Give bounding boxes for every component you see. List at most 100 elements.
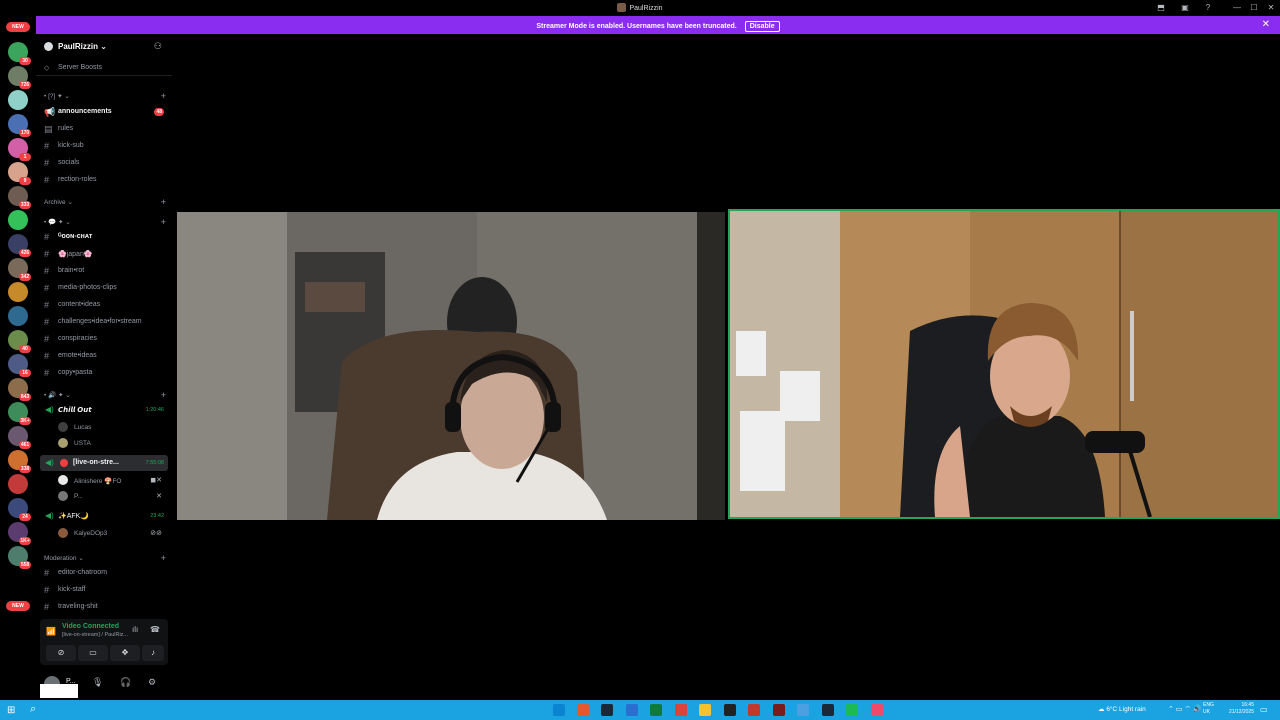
server-icon[interactable]: 9 — [8, 162, 31, 185]
server-icon[interactable]: 40 — [8, 330, 31, 353]
channel-japan[interactable]: # 🌸japan🌸 — [40, 246, 168, 262]
app-icon[interactable] — [724, 704, 736, 716]
close-button[interactable]: ✕ — [1266, 3, 1276, 13]
add-channel-icon[interactable]: + — [161, 197, 166, 207]
category-header[interactable]: • [?] ✦ ⌄ + — [44, 91, 168, 104]
voice-user[interactable]: KalyeDOp3 ⊘⊘ — [58, 525, 168, 541]
server-icon[interactable]: 558 — [8, 546, 31, 569]
microphone-icon[interactable]: 🎙 — [92, 677, 103, 688]
explorer-icon[interactable] — [699, 704, 711, 716]
channel-conspiracies[interactable]: # conspiracies — [40, 331, 168, 347]
channel-socials[interactable]: # socials — [40, 155, 168, 171]
channel-challenges[interactable]: # challenges•idea•for•stream — [40, 314, 168, 330]
inbox-icon[interactable]: ⬒ — [1156, 3, 1166, 13]
server-icon[interactable]: 843 — [8, 378, 31, 401]
server-icon[interactable]: 342 — [8, 258, 31, 281]
channel-kick-staff[interactable]: # kick-staff — [40, 582, 168, 598]
server-icon[interactable] — [8, 90, 28, 110]
activities-button[interactable]: ✥ — [110, 645, 140, 661]
weather-widget[interactable]: ☁ 6°C Light rain — [1098, 705, 1146, 713]
channel-traveling-shit[interactable]: # traveling-shit — [40, 599, 168, 615]
voice-channel-chill-out[interactable]: ◀) 𝘾𝙝𝙞𝙡𝙡 𝙊𝙪𝙩 1:20:46 — [40, 402, 168, 418]
app-icon[interactable] — [650, 704, 662, 716]
category-archive[interactable]: Archive ⌄ + — [44, 197, 168, 210]
minimize-button[interactable]: — — [1232, 3, 1242, 13]
banner-close-icon[interactable]: ✕ — [1262, 19, 1270, 30]
voice-channel-afk[interactable]: ◀) ✨AFK🌙 23:42 — [40, 508, 168, 524]
app-icon[interactable] — [797, 704, 809, 716]
server-icon[interactable]: 1 — [8, 138, 31, 161]
channel-kick-sub[interactable]: # kick-sub — [40, 138, 168, 154]
start-icon[interactable]: ⊞ — [7, 705, 15, 716]
server-icon[interactable]: 170 — [8, 114, 31, 137]
channel-emote-ideas[interactable]: # emote•ideas — [40, 348, 168, 364]
app-icon[interactable] — [577, 704, 589, 716]
channel-copy-pasta[interactable]: # copy•pasta — [40, 365, 168, 381]
channel-media-photos-clips[interactable]: # media-photos-clips — [40, 280, 168, 296]
voice-user[interactable]: USTA — [58, 435, 168, 451]
channel-rules[interactable]: ▤ rules — [40, 121, 168, 137]
server-icon[interactable]: 16 — [8, 354, 31, 377]
headphones-icon[interactable]: 🎧 — [120, 677, 131, 688]
guild-header[interactable]: PaulRizzin ⌄ ⚇ — [36, 34, 172, 58]
server-icon[interactable] — [8, 474, 28, 494]
server-icon[interactable]: 3K+ — [8, 402, 31, 425]
maximize-button[interactable]: ☐ — [1249, 3, 1259, 13]
server-icon[interactable] — [8, 306, 28, 326]
channel-editor-chatroom[interactable]: # editor-chatroom — [40, 565, 168, 581]
disable-streamer-mode-button[interactable]: Disable — [744, 21, 780, 32]
server-icon[interactable]: 1K+ — [8, 522, 31, 545]
chrome-icon[interactable] — [675, 704, 687, 716]
video-tile-left[interactable] — [177, 212, 725, 520]
server-icon[interactable]: 338 — [8, 450, 31, 473]
add-channel-icon[interactable]: + — [161, 91, 166, 101]
camera-button[interactable]: ⊘ — [46, 645, 76, 661]
server-icon[interactable]: 24 — [8, 498, 31, 521]
channel-goon-chat[interactable]: # ᴳᴏᴏɴ-ᴄʜᴀᴛ — [40, 229, 168, 245]
server-icon[interactable]: 333 — [8, 186, 31, 209]
add-channel-icon[interactable]: + — [161, 553, 166, 563]
add-channel-icon[interactable]: + — [161, 390, 166, 400]
channel-content-ideas[interactable]: # content•ideas — [40, 297, 168, 313]
server-icon[interactable]: 461 — [8, 426, 31, 449]
edge-icon[interactable] — [553, 704, 565, 716]
channel-rection-roles[interactable]: # rection-roles — [40, 172, 168, 188]
add-channel-icon[interactable]: + — [161, 217, 166, 227]
language-indicator[interactable]: ENG UK — [1203, 702, 1214, 716]
app-icon[interactable] — [626, 704, 638, 716]
notification-icon[interactable]: ▭ — [1260, 705, 1268, 714]
voice-user[interactable]: P... ✕ — [58, 488, 168, 504]
muted-icon: ⊘⊘ — [150, 530, 162, 537]
steam-icon[interactable] — [601, 704, 613, 716]
server-icon[interactable] — [8, 210, 28, 230]
settings-gear-icon[interactable]: ⚙ — [148, 677, 156, 688]
signal-icon[interactable]: 📶 — [46, 627, 56, 636]
spotify-icon[interactable] — [846, 704, 858, 716]
soundboard-button[interactable]: ♪ — [142, 645, 164, 661]
server-icon[interactable]: 726 — [8, 66, 31, 89]
voice-channel-name[interactable]: [live-on-stream] / PaulRiz... — [62, 632, 128, 638]
voice-user[interactable]: Alinishere 🍄FO ◼✕ — [58, 472, 168, 488]
server-icon[interactable] — [8, 282, 28, 302]
video-tile-right[interactable] — [728, 209, 1280, 519]
channel-announcements[interactable]: 📢 announcements 48 — [40, 104, 168, 120]
steam-icon[interactable] — [822, 704, 834, 716]
screen-icon[interactable]: ▣ — [1180, 3, 1190, 13]
voice-user[interactable]: Lucas — [58, 419, 168, 435]
voice-channel-live-on-stream[interactable]: ◀) [live-on-stre... 7:55:08 — [40, 455, 168, 471]
screen-share-button[interactable]: ▭ — [78, 645, 108, 661]
system-tray-icons[interactable]: ⌃ ▭ ⌔ 🔊 — [1168, 705, 1202, 714]
channel-brain-rot[interactable]: # brain•rot — [40, 263, 168, 279]
disconnect-icon[interactable]: ☎ — [150, 625, 160, 634]
app-icon[interactable] — [748, 704, 760, 716]
search-icon[interactable]: ⌕ — [30, 703, 36, 716]
clock[interactable]: 16:45 21/12/2025 — [1222, 702, 1254, 716]
discord-icon[interactable] — [871, 704, 883, 716]
server-boosts[interactable]: ◇ Server Boosts — [36, 60, 172, 76]
noise-suppression-icon[interactable]: ılı — [132, 625, 138, 634]
add-user-icon[interactable]: ⚇ — [154, 41, 162, 52]
server-icon[interactable]: 426 — [8, 234, 31, 257]
app-icon[interactable] — [773, 704, 785, 716]
server-icon[interactable]: 30 — [8, 42, 31, 65]
help-icon[interactable]: ? — [1203, 3, 1213, 13]
